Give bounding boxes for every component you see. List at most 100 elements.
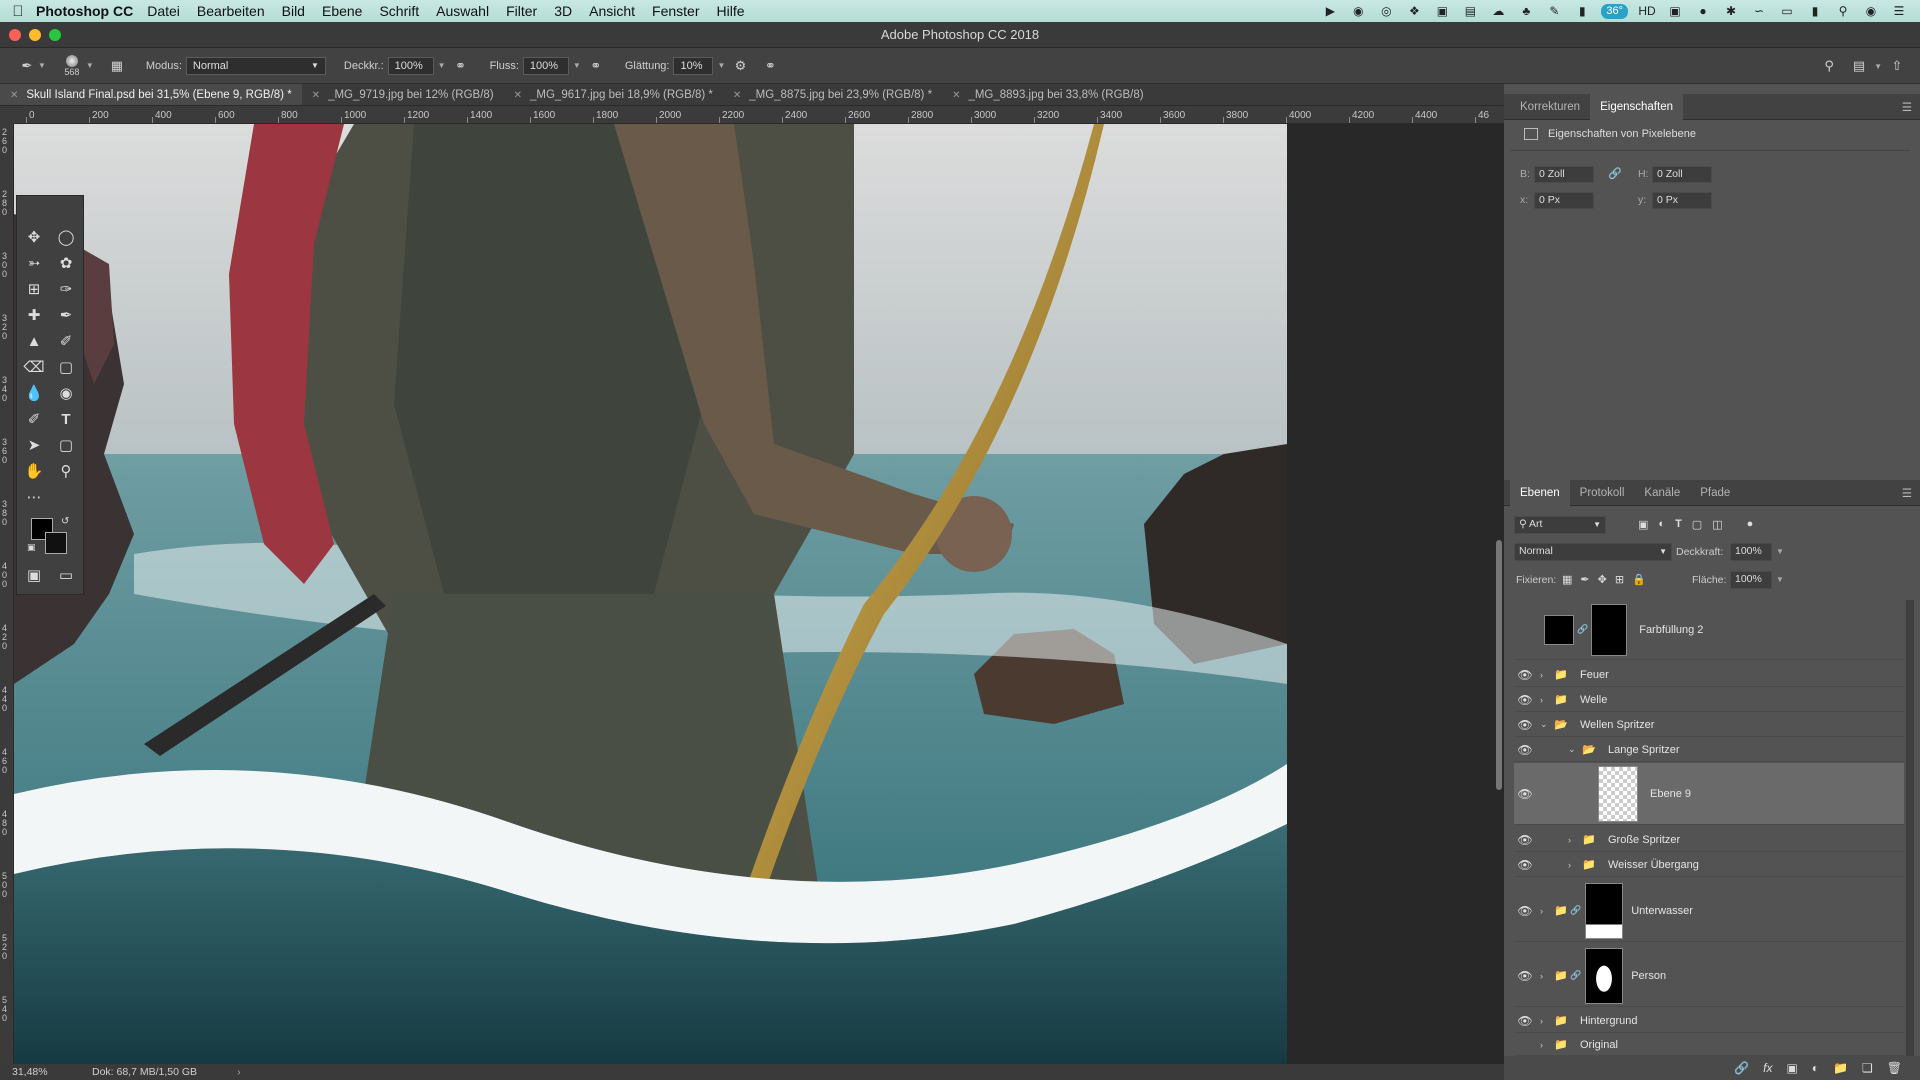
elliptical-marquee-icon[interactable]: ◯ bbox=[53, 226, 79, 248]
layer-row[interactable]: 👁 › 📁 🔗 Unterwasser bbox=[1514, 880, 1904, 942]
list-icon[interactable]: ☰ bbox=[1890, 4, 1908, 18]
eye-icon[interactable]: 👁 bbox=[1514, 858, 1536, 872]
crop-tool-icon[interactable]: ⊞ bbox=[21, 278, 47, 300]
chevron-right-icon[interactable]: › bbox=[1540, 1040, 1554, 1050]
layer-filter-select[interactable]: ⚲ Art ▼ bbox=[1514, 516, 1606, 534]
eye-icon[interactable]: 👁 bbox=[1514, 904, 1536, 918]
chevron-right-icon[interactable]: › bbox=[1540, 695, 1554, 705]
eye-icon[interactable]: 👁 bbox=[1514, 743, 1536, 757]
smoothing-settings-gear-icon[interactable]: ⚙ bbox=[731, 57, 749, 75]
close-window-icon[interactable] bbox=[9, 29, 21, 41]
lasso-tool-icon[interactable]: ➳ bbox=[21, 252, 47, 274]
close-tab-icon[interactable]: ✕ bbox=[10, 90, 18, 101]
swap-colors-icon[interactable]: ↺ bbox=[61, 516, 69, 527]
apple-menu-icon[interactable]:  bbox=[0, 3, 36, 20]
chevron-down-icon[interactable]: ▼ bbox=[1776, 575, 1784, 584]
search-icon[interactable]: ⚲ bbox=[1834, 4, 1852, 18]
tab-ebenen[interactable]: Ebenen bbox=[1510, 479, 1570, 506]
pen-icon[interactable]: ✎ bbox=[1545, 4, 1563, 18]
eye-icon[interactable]: 👁 bbox=[1514, 1014, 1536, 1028]
layer-row[interactable]: 👁 › 📁 Feuer bbox=[1514, 663, 1904, 687]
layer-opacity-input[interactable]: 100% bbox=[1730, 543, 1772, 561]
layer-row[interactable]: 👁 › 📁 Weisser Übergang bbox=[1514, 853, 1904, 877]
move-tool-icon[interactable]: ✥ bbox=[21, 226, 47, 248]
screen-mode-icon[interactable]: ▭ bbox=[53, 564, 79, 586]
chevron-down-icon[interactable]: ▼ bbox=[573, 61, 581, 70]
panel-menu-icon[interactable]: ☰ bbox=[1902, 100, 1912, 114]
eye-icon[interactable]: 👁 bbox=[1514, 668, 1536, 682]
temperature-badge[interactable]: 36° bbox=[1601, 3, 1628, 19]
chevron-right-icon[interactable]: › bbox=[1568, 860, 1582, 870]
link-icon[interactable]: 🔗 bbox=[1577, 624, 1588, 635]
camera-icon[interactable]: ▣ bbox=[1666, 4, 1684, 18]
layer-row[interactable]: 👁 › 📁 Hintergrund bbox=[1514, 1009, 1904, 1033]
brush-tool-preset-icon[interactable]: ✒ bbox=[18, 57, 36, 75]
battery-icon[interactable]: ▮ bbox=[1806, 4, 1824, 18]
chevron-down-icon[interactable]: ▼ bbox=[717, 61, 725, 70]
tab-eigenschaften[interactable]: Eigenschaften bbox=[1590, 93, 1683, 120]
tab-mg-9719[interactable]: ✕ _MG_9719.jpg bei 12% (RGB/8) bbox=[302, 84, 504, 105]
close-tab-icon[interactable]: ✕ bbox=[514, 90, 522, 101]
chevron-down-icon[interactable]: ⌄ bbox=[1568, 744, 1582, 755]
tab-mg-8893[interactable]: ✕ _MG_8893.jpg bei 33,8% (RGB/8) bbox=[942, 84, 1154, 105]
menu-ansicht[interactable]: Ansicht bbox=[589, 3, 635, 19]
filter-pixel-icon[interactable]: ▣ bbox=[1638, 518, 1648, 531]
fx-icon[interactable]: fx bbox=[1763, 1061, 1772, 1075]
quick-mask-icon[interactable]: ▣ bbox=[21, 564, 47, 586]
menu-app-name[interactable]: Photoshop CC bbox=[36, 3, 133, 19]
blend-mode-select[interactable]: Normal ▼ bbox=[1514, 543, 1672, 561]
eye-icon[interactable]: 👁 bbox=[1514, 693, 1536, 707]
y-field[interactable]: 0 Px bbox=[1652, 192, 1712, 209]
add-mask-icon[interactable]: ▣ bbox=[1786, 1061, 1797, 1075]
layer-row[interactable]: 👁 › 📁 Welle bbox=[1514, 688, 1904, 712]
visibility-toggle[interactable]: ▢ bbox=[1514, 623, 1536, 637]
chevron-right-icon[interactable]: › bbox=[1540, 906, 1554, 916]
eye-icon[interactable]: 👁 bbox=[1514, 969, 1536, 983]
chevron-down-icon[interactable]: ▼ bbox=[438, 61, 446, 70]
eye-icon[interactable]: 👁 bbox=[1514, 787, 1536, 801]
search-icon[interactable]: ⚲ bbox=[1820, 57, 1838, 75]
lock-position-icon[interactable]: ✥ bbox=[1598, 573, 1607, 586]
chevron-down-icon[interactable]: ▼ bbox=[1776, 547, 1784, 556]
layers-scrollbar[interactable] bbox=[1906, 600, 1914, 1056]
menu-schrift[interactable]: Schrift bbox=[379, 3, 419, 19]
evernote-icon[interactable]: ♣ bbox=[1517, 4, 1535, 18]
creative-cloud-icon[interactable]: ☁ bbox=[1489, 4, 1507, 18]
menu-bild[interactable]: Bild bbox=[282, 3, 305, 19]
monitor-icon[interactable]: ▣ bbox=[1433, 4, 1451, 18]
close-tab-icon[interactable]: ✕ bbox=[733, 90, 741, 101]
menu-3d[interactable]: 3D bbox=[554, 3, 572, 19]
width-field[interactable]: 0 Zoll bbox=[1534, 166, 1594, 183]
siri-icon[interactable]: ◉ bbox=[1862, 4, 1880, 18]
record-icon[interactable]: ◉ bbox=[1349, 4, 1367, 18]
eyedropper-icon[interactable]: ✑ bbox=[53, 278, 79, 300]
fill-input[interactable]: 100% bbox=[1730, 571, 1772, 589]
menu-fenster[interactable]: Fenster bbox=[652, 3, 699, 19]
brush-tool-icon[interactable]: ✒ bbox=[53, 304, 79, 326]
airplay-icon[interactable]: ▶ bbox=[1321, 4, 1339, 18]
tab-korrekturen[interactable]: Korrekturen bbox=[1510, 94, 1590, 120]
filter-shape-icon[interactable]: ▢ bbox=[1692, 518, 1702, 531]
brush-settings-panel-icon[interactable]: ▦ bbox=[108, 57, 126, 75]
dodge-tool-icon[interactable]: ◉ bbox=[53, 382, 79, 404]
link-dimensions-icon[interactable]: 🔗 bbox=[1608, 167, 1622, 180]
path-selection-icon[interactable]: ➤ bbox=[21, 434, 47, 456]
layer-row[interactable]: 👁 › 📁 Große Spritzer bbox=[1514, 828, 1904, 852]
default-colors-icon[interactable]: ▣ bbox=[27, 542, 36, 553]
dot-icon[interactable]: ● bbox=[1694, 4, 1712, 18]
airplay-display-icon[interactable]: ▭ bbox=[1778, 4, 1796, 18]
status-menu-chevron-icon[interactable]: › bbox=[237, 1066, 241, 1078]
zoom-window-icon[interactable] bbox=[49, 29, 61, 41]
mode-select[interactable]: Normal ▼ bbox=[185, 56, 326, 75]
visibility-toggle[interactable]: ▢ bbox=[1514, 1038, 1536, 1052]
ruler-horizontal[interactable]: 0 200 400 600 800 1000 1200 1400 1600 1800 2000 220… bbox=[14, 106, 1504, 124]
panel-menu-icon[interactable]: ☰ bbox=[1902, 486, 1912, 500]
chevron-down-icon[interactable]: ⌄ bbox=[1540, 719, 1554, 730]
x-field[interactable]: 0 Px bbox=[1534, 192, 1594, 209]
lock-pixels-icon[interactable]: ✒ bbox=[1580, 573, 1589, 586]
tab-mg-8875[interactable]: ✕ _MG_8875.jpg bei 23,9% (RGB/8) * bbox=[723, 84, 942, 105]
menu-datei[interactable]: Datei bbox=[147, 3, 180, 19]
chevron-right-icon[interactable]: › bbox=[1540, 971, 1554, 981]
canvas-scrollbar-vertical[interactable] bbox=[1496, 540, 1502, 790]
filter-adjustment-icon[interactable]: ◐ bbox=[1658, 518, 1665, 531]
